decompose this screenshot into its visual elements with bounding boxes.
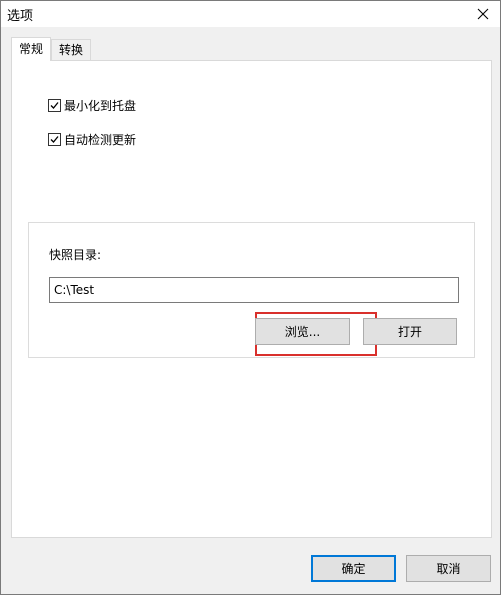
tab-general[interactable]: 常规 (11, 37, 52, 61)
close-icon (477, 8, 489, 20)
minimize-to-tray-checkbox[interactable] (48, 99, 61, 112)
tab-strip: 常规 转换 (11, 37, 92, 61)
auto-check-update-option[interactable]: 自动检测更新 (48, 131, 136, 148)
auto-check-update-checkbox[interactable] (48, 133, 61, 146)
close-button[interactable] (466, 1, 500, 27)
options-dialog: 选项 常规 转换 最小化到托盘 自动检测更新 快照目录: C:\Test 浏览.… (0, 0, 501, 595)
general-tab-panel: 最小化到托盘 自动检测更新 快照目录: 浏览... 打开 (11, 60, 492, 538)
minimize-to-tray-option[interactable]: 最小化到托盘 (48, 97, 136, 114)
cancel-button[interactable]: 取消 (406, 555, 491, 582)
checkmark-icon (50, 136, 59, 143)
snapshot-dir-input[interactable] (49, 277, 459, 303)
tab-convert[interactable]: 转换 (51, 39, 92, 61)
title-bar: 选项 (1, 1, 500, 27)
checkmark-icon (50, 102, 59, 109)
snapshot-group: 快照目录: 浏览... 打开 (28, 222, 475, 358)
open-button[interactable]: 打开 (363, 318, 457, 345)
browse-button[interactable]: 浏览... (255, 318, 350, 345)
minimize-to-tray-label: 最小化到托盘 (64, 99, 137, 113)
auto-check-update-label: 自动检测更新 (64, 133, 137, 147)
window-title: 选项 (7, 9, 34, 24)
snapshot-dir-label: 快照目录: (49, 248, 102, 262)
ok-button[interactable]: 确定 (311, 555, 396, 582)
